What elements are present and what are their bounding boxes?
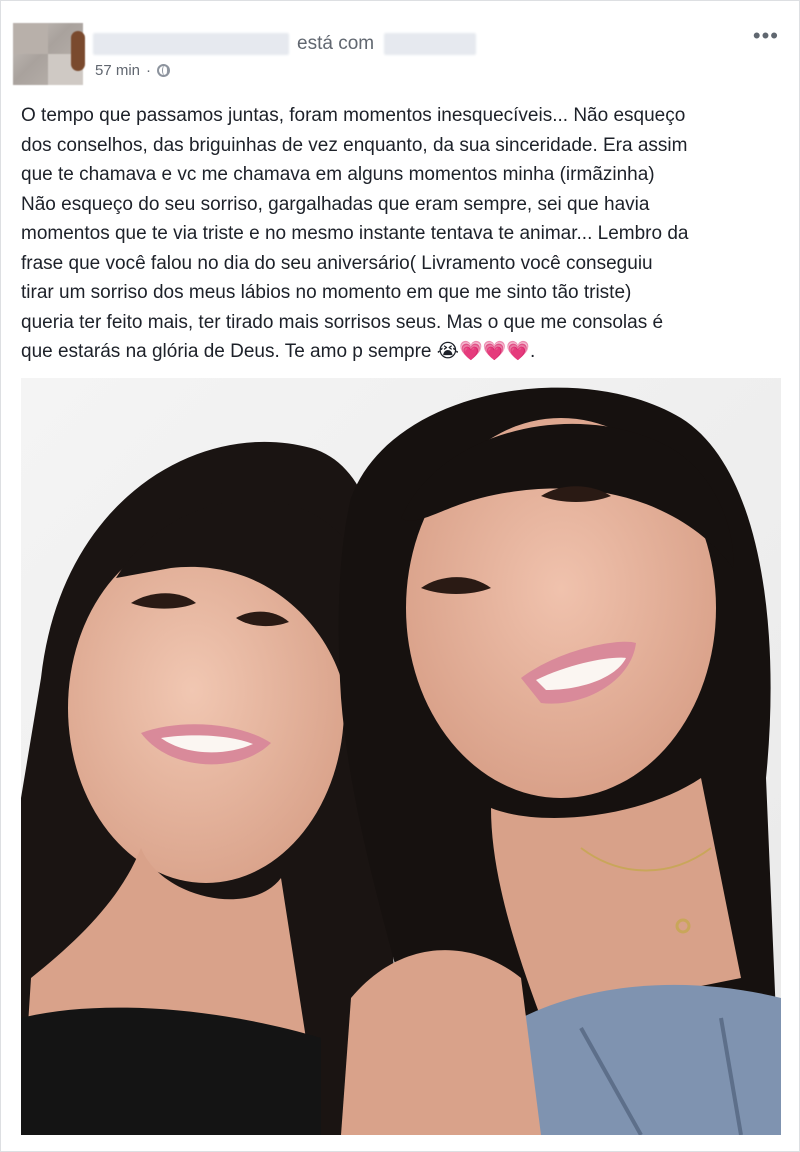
meta-separator: ·	[146, 62, 152, 79]
post-meta: 57 min ·	[95, 62, 171, 79]
post-header: está com 57 min · •••	[13, 23, 789, 93]
selfie-illustration	[21, 378, 781, 1135]
globe-icon[interactable]	[157, 64, 171, 77]
author-name-redacted[interactable]	[93, 33, 289, 55]
with-text: está com	[297, 33, 375, 54]
author-line: está com	[93, 31, 477, 57]
facebook-post: está com 57 min · ••• O tempo que passam…	[0, 0, 800, 1152]
ellipsis-icon[interactable]: •••	[753, 25, 779, 47]
post-photo[interactable]	[21, 378, 781, 1135]
avatar[interactable]	[13, 23, 85, 85]
timestamp[interactable]: 57 min	[95, 62, 140, 79]
post-body: O tempo que passamos juntas, foram momen…	[21, 105, 689, 362]
tagged-user-redacted[interactable]	[384, 33, 477, 55]
